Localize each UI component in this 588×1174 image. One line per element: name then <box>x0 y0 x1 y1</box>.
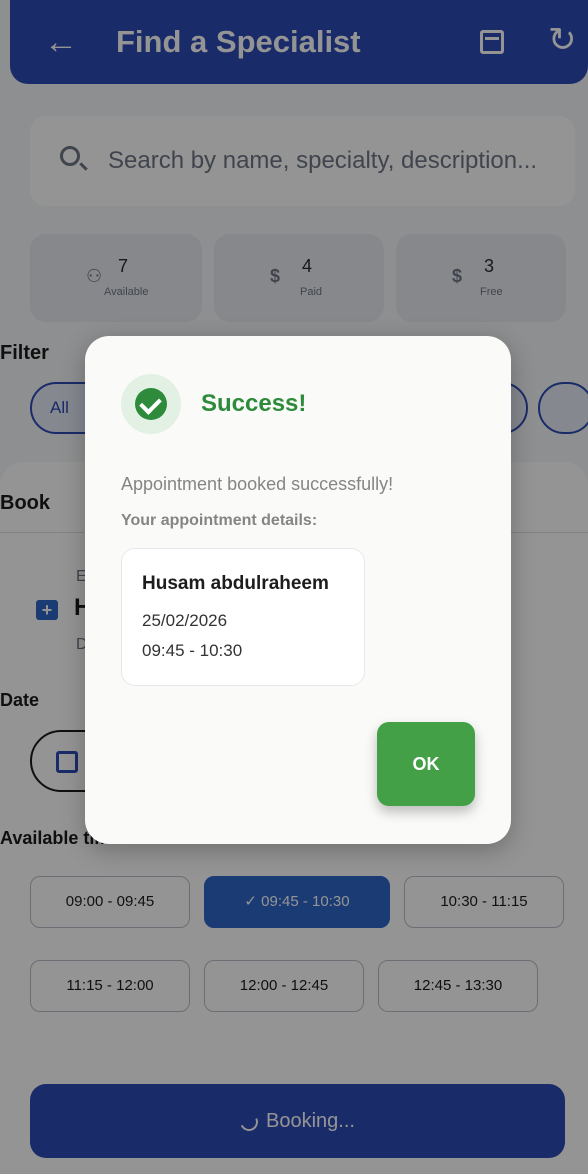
dialog-message: Appointment booked successfully! <box>121 474 394 494</box>
success-dialog: Success! Appointment booked successfully… <box>85 336 511 844</box>
details-label: Your appointment details: <box>121 512 318 529</box>
appointment-time: 09:45 - 10:30 <box>142 641 243 660</box>
check-circle-icon <box>135 388 167 420</box>
appointment-date: 25/02/2026 <box>142 611 228 630</box>
appointment-specialist-name: Husam abdulraheem <box>142 573 329 594</box>
success-badge <box>121 374 181 434</box>
dialog-title: Success! <box>201 390 307 417</box>
appointment-details-card: Husam abdulraheem 25/02/2026 09:45 - 10:… <box>121 548 365 686</box>
ok-button[interactable]: OK <box>377 722 475 806</box>
